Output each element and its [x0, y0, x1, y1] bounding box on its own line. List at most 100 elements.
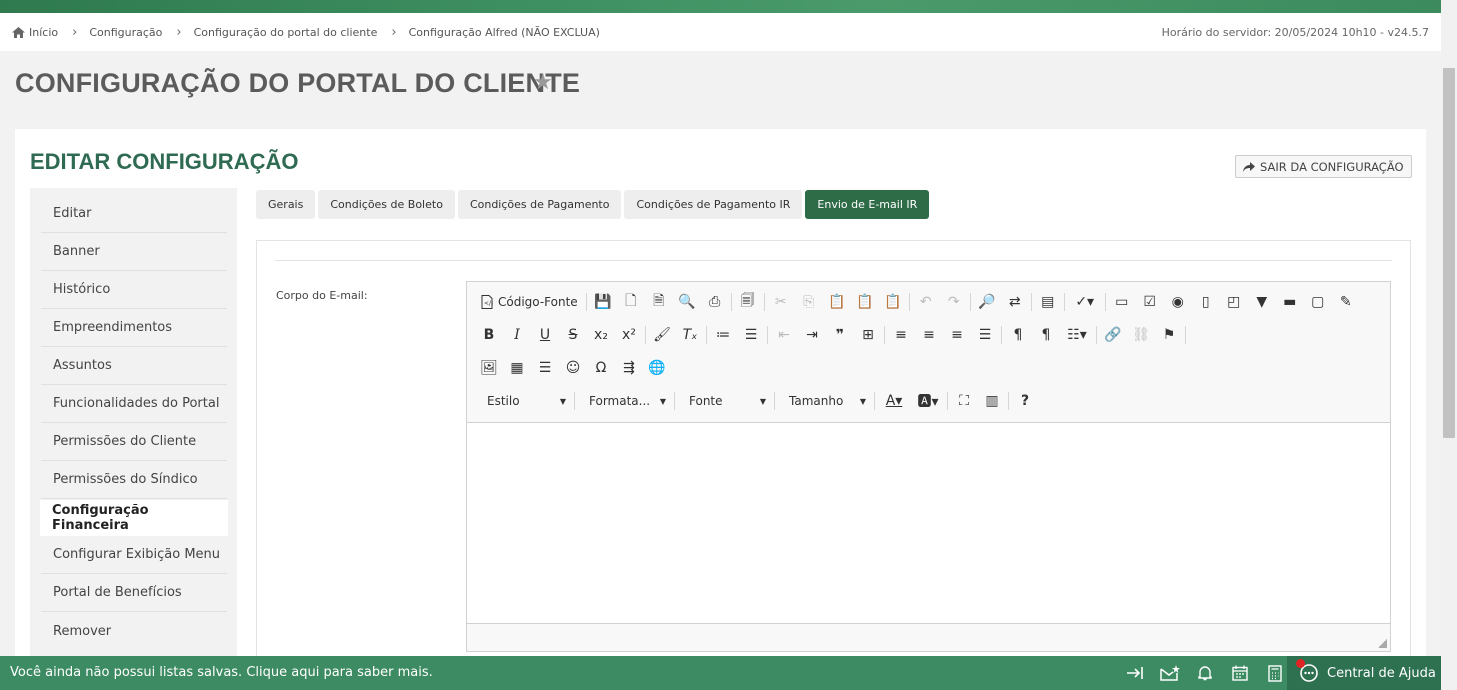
new-page-icon[interactable]: 🗋	[617, 289, 645, 315]
sidebar-item-funcionalidades[interactable]: Funcionalidades do Portal	[41, 385, 227, 423]
tab-condicoes-boleto[interactable]: Condições de Boleto	[318, 190, 455, 219]
numbered-list-icon[interactable]: ≔	[709, 322, 737, 348]
select-field-icon[interactable]: ▼	[1248, 289, 1276, 315]
saved-lists-message[interactable]: Você ainda não possui listas salvas. Cli…	[10, 665, 433, 680]
templates-icon[interactable]: 🗐	[734, 289, 762, 315]
font-select[interactable]: Fonte ▼	[677, 388, 772, 414]
unlink-icon[interactable]: ⛓	[1127, 322, 1155, 348]
select-all-icon[interactable]: ▤	[1034, 289, 1062, 315]
scrollbar-thumb[interactable]	[1443, 68, 1455, 438]
collapse-arrow-icon[interactable]	[1117, 656, 1152, 690]
tab-condicoes-pagamento-ir[interactable]: Condições de Pagamento IR	[624, 190, 803, 219]
horizontal-line-icon[interactable]: ☰	[531, 355, 559, 381]
ltr-icon[interactable]: ¶	[1004, 322, 1032, 348]
sidebar-item-permissoes-cliente[interactable]: Permissões do Cliente	[41, 423, 227, 461]
calendar-icon[interactable]	[1222, 656, 1257, 690]
sidebar-item-configuracao-financeira[interactable]: Configuração Financeira	[40, 500, 228, 536]
save-icon[interactable]: 💾	[589, 289, 617, 315]
size-select[interactable]: Tamanho ▼	[777, 388, 872, 414]
format-select[interactable]: Formata... ▼	[577, 388, 672, 414]
cut-icon[interactable]: ✂	[767, 289, 795, 315]
sidebar-item-beneficios[interactable]: Portal de Benefícios	[41, 574, 227, 612]
align-center-icon[interactable]: ≡	[915, 322, 943, 348]
align-left-icon[interactable]: ≡	[887, 322, 915, 348]
remove-format-icon[interactable]: Tₓ	[676, 322, 704, 348]
outdent-icon[interactable]: ⇤	[770, 322, 798, 348]
form-icon[interactable]: ▭	[1108, 289, 1136, 315]
redo-icon[interactable]: ↷	[940, 289, 968, 315]
mail-star-icon[interactable]	[1152, 656, 1187, 690]
image-button-icon[interactable]: ▢	[1304, 289, 1332, 315]
caret-down-icon: ▼	[659, 396, 666, 406]
special-char-icon[interactable]: Ω	[587, 355, 615, 381]
table-icon[interactable]: ▦	[503, 355, 531, 381]
checkbox-icon[interactable]: ☑	[1136, 289, 1164, 315]
sidebar-item-editar[interactable]: Editar	[41, 195, 227, 233]
hidden-field-icon[interactable]: ✎	[1332, 289, 1360, 315]
text-color-icon[interactable]: A▾	[877, 388, 911, 414]
align-right-icon[interactable]: ≡	[943, 322, 971, 348]
sidebar-item-remover[interactable]: Remover	[41, 612, 227, 650]
tab-gerais[interactable]: Gerais	[256, 190, 316, 219]
iframe-icon[interactable]: 🌐	[643, 355, 671, 381]
button-field-icon[interactable]: ▬	[1276, 289, 1304, 315]
copy-format-icon[interactable]: 🖌	[648, 322, 676, 348]
sidebar-item-assuntos[interactable]: Assuntos	[41, 347, 227, 385]
strikethrough-icon[interactable]: S	[559, 322, 587, 348]
exit-config-button[interactable]: SAIR DA CONFIGURAÇÃO	[1235, 155, 1412, 178]
bulleted-list-icon[interactable]: ☰	[737, 322, 765, 348]
breadcrumb-home[interactable]: Início	[12, 26, 58, 39]
sidebar-item-exibicao-menu[interactable]: Configurar Exibição Menu	[41, 536, 227, 574]
sidebar-item-empreendimentos[interactable]: Empreendimentos	[41, 309, 227, 347]
style-select[interactable]: Estilo ▼	[475, 388, 572, 414]
favorite-star-icon[interactable]: ★	[533, 70, 553, 95]
find-icon[interactable]: 🔎	[973, 289, 1001, 315]
image-icon[interactable]: 🖼	[475, 355, 503, 381]
resize-grip-icon[interactable]	[1378, 639, 1387, 648]
sidebar-item-banner[interactable]: Banner	[41, 233, 227, 271]
subscript-icon[interactable]: x₂	[587, 322, 615, 348]
sidebar-item-historico[interactable]: Histórico	[41, 271, 227, 309]
bold-icon[interactable]: B	[475, 322, 503, 348]
email-body-editor[interactable]	[467, 423, 1390, 623]
justify-icon[interactable]: ☰	[971, 322, 999, 348]
textarea-icon[interactable]: ◰	[1220, 289, 1248, 315]
create-div-icon[interactable]: ⊞	[854, 322, 882, 348]
paste-word-icon[interactable]: 📋	[879, 289, 907, 315]
tab-envio-email-ir[interactable]: Envio de E-mail IR	[805, 190, 930, 219]
copy-icon[interactable]: ⎘	[795, 289, 823, 315]
paste-text-icon[interactable]: 📋	[851, 289, 879, 315]
page-break-icon[interactable]: ⇶	[615, 355, 643, 381]
print-icon[interactable]: ⎙	[701, 289, 729, 315]
export-pdf-icon[interactable]: 🗎	[645, 289, 673, 315]
indent-icon[interactable]: ⇥	[798, 322, 826, 348]
help-icon[interactable]: ?	[1011, 388, 1039, 414]
source-code-button[interactable]: </> Código-Fonte	[475, 289, 584, 315]
breadcrumb-item-portal[interactable]: Configuração do portal do cliente	[194, 26, 378, 39]
sidebar-item-permissoes-sindico[interactable]: Permissões do Síndico	[41, 461, 227, 499]
preview-icon[interactable]: 🔍	[673, 289, 701, 315]
paste-icon[interactable]: 📋	[823, 289, 851, 315]
link-icon[interactable]: 🔗	[1099, 322, 1127, 348]
superscript-icon[interactable]: x²	[615, 322, 643, 348]
radio-icon[interactable]: ◉	[1164, 289, 1192, 315]
underline-icon[interactable]: U	[531, 322, 559, 348]
smiley-icon[interactable]: ☺	[559, 355, 587, 381]
maximize-icon[interactable]: ⛶	[950, 388, 978, 414]
italic-icon[interactable]: I	[503, 322, 531, 348]
background-color-icon[interactable]: 🅰▾	[911, 388, 945, 414]
language-icon[interactable]: ☷▾	[1060, 322, 1094, 348]
bell-icon[interactable]	[1187, 656, 1222, 690]
spellcheck-icon[interactable]: ✓▾	[1067, 289, 1103, 315]
rtl-icon[interactable]: ¶	[1032, 322, 1060, 348]
replace-icon[interactable]: ⇄	[1001, 289, 1029, 315]
anchor-flag-icon[interactable]: ⚑	[1155, 322, 1183, 348]
breadcrumb-item-configuracao[interactable]: Configuração	[89, 26, 162, 39]
blockquote-icon[interactable]: ❞	[826, 322, 854, 348]
help-center-button[interactable]: Central de Ajuda	[1287, 656, 1441, 690]
text-field-icon[interactable]: ▯	[1192, 289, 1220, 315]
show-blocks-icon[interactable]: ▥	[978, 388, 1006, 414]
tab-condicoes-pagamento[interactable]: Condições de Pagamento	[457, 190, 622, 219]
undo-icon[interactable]: ↶	[912, 289, 940, 315]
page-scrollbar[interactable]	[1441, 0, 1457, 690]
